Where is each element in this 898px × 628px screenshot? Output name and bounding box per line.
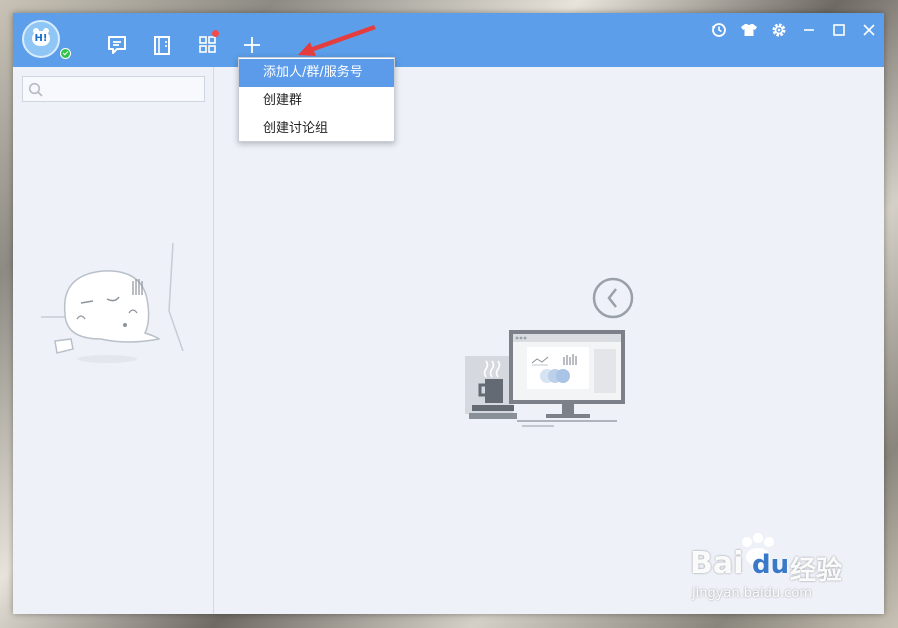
empty-workspace-illustration (465, 277, 634, 427)
notification-dot (212, 30, 219, 37)
history-icon (711, 23, 726, 37)
contacts-icon (154, 36, 170, 55)
avatar[interactable]: H! (22, 20, 60, 58)
minimize-icon (804, 29, 814, 31)
contacts-button[interactable] (151, 34, 173, 56)
settings-button[interactable] (770, 21, 788, 39)
watermark-cn: 经验 (790, 556, 843, 586)
history-button[interactable] (710, 21, 728, 39)
apps-button[interactable] (197, 30, 219, 56)
chat-icon (108, 36, 126, 54)
baidu-watermark: Bai du 经验 jingyan.baidu.com (690, 528, 860, 608)
settings-icon (772, 23, 786, 37)
app-window: H! (13, 13, 884, 614)
add-menu-dropdown: 添加人/群/服务号 创建群 创建讨论组 (238, 57, 395, 142)
close-button[interactable] (860, 21, 878, 39)
title-bar: H! (13, 13, 884, 67)
menu-item-add-contact-group-service[interactable]: 添加人/群/服务号 (239, 59, 394, 87)
watermark-url: jingyan.baidu.com (692, 586, 812, 601)
plus-icon (244, 37, 260, 53)
skin-button[interactable] (740, 21, 758, 39)
sidebar (13, 67, 214, 614)
search-icon (28, 82, 43, 97)
menu-item-create-discussion[interactable]: 创建讨论组 (239, 115, 394, 143)
search-box[interactable] (22, 76, 205, 102)
minimize-button[interactable] (800, 21, 818, 39)
maximize-button[interactable] (830, 21, 848, 39)
online-status-icon[interactable] (60, 48, 71, 59)
menu-item-create-group[interactable]: 创建群 (239, 87, 394, 115)
chat-button[interactable] (106, 34, 128, 56)
empty-sleeping-mascot-illustration (41, 242, 184, 363)
close-icon (863, 24, 875, 36)
watermark-brand-du: du (752, 550, 790, 580)
add-button[interactable] (241, 34, 263, 56)
annotation-arrow-icon (298, 25, 376, 56)
skin-icon (741, 24, 757, 36)
search-input[interactable] (47, 79, 201, 101)
watermark-brand: Bai (690, 546, 744, 581)
maximize-icon (833, 24, 845, 36)
apps-icon (199, 36, 216, 53)
avatar-logo: H! (32, 28, 50, 46)
